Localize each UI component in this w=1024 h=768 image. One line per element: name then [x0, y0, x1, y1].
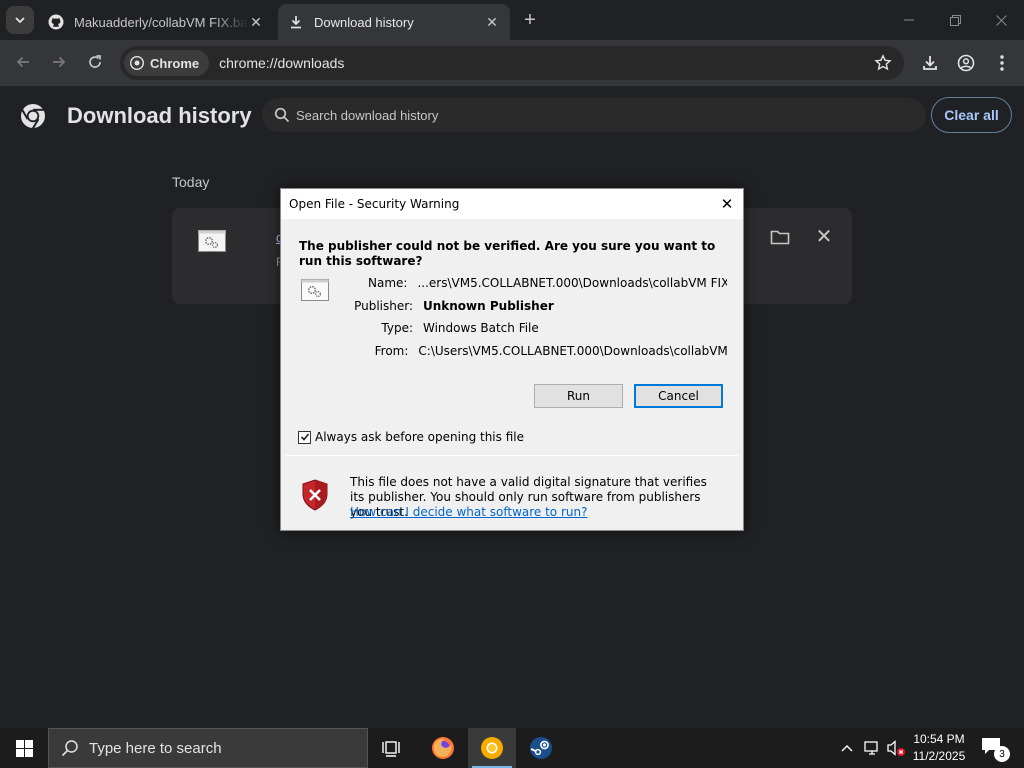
minimize-button[interactable]: [886, 0, 932, 40]
url-text: chrome://downloads: [219, 55, 345, 71]
chrome-logo-icon: [130, 56, 144, 70]
windows-taskbar: Type here to search 10:54 PM 11/2/2025 3: [0, 728, 1024, 768]
start-button[interactable]: [0, 728, 48, 768]
back-button[interactable]: [8, 47, 38, 77]
downloads-button[interactable]: [915, 48, 945, 78]
address-bar[interactable]: Chrome chrome://downloads: [120, 46, 904, 80]
tab-search-button[interactable]: [6, 6, 34, 34]
page-title: Download history: [67, 103, 252, 128]
windows-logo-icon: [15, 739, 33, 757]
github-icon: [48, 14, 64, 30]
download-icon: [923, 56, 937, 70]
firefox-taskbar-button[interactable]: [419, 728, 467, 768]
forward-button[interactable]: [44, 47, 74, 77]
tab-strip: Makuadderly/collabVM FIX.bat ✕ Download …: [0, 0, 1024, 40]
network-icon[interactable]: [862, 738, 882, 758]
shield-warning-icon: [302, 479, 328, 511]
field-from-row: From: C:\Users\VM5.COLLABNET.000\Downloa…: [341, 344, 727, 360]
dialog-titlebar: Open File - Security Warning ✕: [281, 189, 743, 219]
arrow-right-icon: [53, 56, 66, 68]
dialog-question: The publisher could not be verified. Are…: [299, 239, 716, 268]
help-link[interactable]: How can I decide what software to run?: [350, 505, 587, 519]
system-clock[interactable]: 10:54 PM 11/2/2025: [908, 731, 970, 765]
profile-button[interactable]: [951, 48, 981, 78]
batch-file-icon: [301, 279, 329, 301]
always-ask-checkbox-row[interactable]: Always ask before opening this file: [298, 430, 524, 444]
action-center-button[interactable]: 3: [980, 736, 1010, 762]
clock-date: 11/2/2025: [912, 749, 966, 763]
steam-icon: [530, 737, 552, 759]
window-close-button[interactable]: [978, 0, 1024, 40]
reload-icon: [89, 55, 101, 68]
task-view-button[interactable]: [368, 728, 416, 768]
close-icon: [995, 14, 1007, 26]
arrow-left-icon: [16, 56, 29, 68]
field-value: Windows Batch File: [423, 321, 539, 335]
checkbox-label: Always ask before opening this file: [315, 430, 524, 444]
more-vertical-icon: [1000, 55, 1004, 71]
account-circle-icon: [957, 54, 975, 72]
field-label: Name:: [368, 276, 408, 290]
steam-taskbar-button[interactable]: [517, 728, 565, 768]
minimize-icon: [904, 19, 914, 21]
batch-file-icon: [198, 230, 226, 252]
tab-title: Makuadderly/collabVM FIX.bat: [74, 14, 248, 30]
dialog-separator: [285, 455, 739, 456]
field-label: From:: [374, 344, 409, 358]
new-tab-button[interactable]: +: [518, 8, 542, 32]
chrome-canary-icon: [481, 737, 503, 759]
clock-time: 10:54 PM: [913, 732, 965, 746]
field-name-row: Name: ...ers\VM5.COLLABNET.000\Downloads…: [341, 276, 727, 292]
date-heading: Today: [172, 174, 210, 190]
volume-muted-icon[interactable]: [886, 738, 906, 758]
cancel-button[interactable]: Cancel: [634, 384, 723, 408]
close-icon[interactable]: ✕: [248, 14, 264, 30]
folder-icon[interactable]: [770, 228, 790, 246]
run-button[interactable]: Run: [534, 384, 623, 408]
downloads-header: Download history Search download history…: [0, 86, 1024, 144]
field-label: Publisher:: [354, 299, 413, 313]
close-icon[interactable]: ✕: [484, 14, 500, 30]
field-type-row: Type: Windows Batch File: [341, 321, 727, 337]
firefox-icon: [432, 737, 454, 759]
security-warning-dialog: Open File - Security Warning ✕ The publi…: [280, 188, 744, 531]
taskbar-search-placeholder: Type here to search: [89, 739, 222, 757]
clear-all-button[interactable]: Clear all: [931, 97, 1012, 133]
search-icon: [61, 740, 78, 757]
tab-github[interactable]: Makuadderly/collabVM FIX.bat ✕: [38, 4, 274, 40]
always-ask-checkbox[interactable]: [298, 430, 311, 444]
browser-toolbar: Chrome chrome://downloads: [0, 40, 1024, 86]
chip-label: Chrome: [150, 55, 200, 71]
field-value: Unknown Publisher: [423, 299, 554, 313]
field-publisher-row: Publisher: Unknown Publisher: [341, 299, 727, 315]
download-icon: [288, 14, 304, 30]
dialog-close-button[interactable]: ✕: [717, 194, 737, 214]
restore-icon: [949, 14, 961, 26]
search-downloads-input[interactable]: Search download history: [262, 98, 926, 132]
dialog-title: Open File - Security Warning: [289, 197, 460, 211]
notification-badge: 3: [994, 746, 1010, 762]
search-icon: [274, 107, 290, 123]
taskbar-search-box[interactable]: Type here to search: [48, 728, 368, 768]
tab-title: Download history: [314, 14, 414, 30]
restore-button[interactable]: [932, 0, 978, 40]
remove-download-button[interactable]: ✕: [814, 226, 834, 248]
chevron-down-icon: [15, 17, 25, 24]
bookmark-star-icon[interactable]: [874, 54, 892, 72]
field-value: C:\Users\VM5.COLLABNET.000\Downloads\col…: [418, 344, 727, 358]
checkmark-icon: [300, 433, 309, 441]
reload-button[interactable]: [80, 47, 110, 77]
chevron-up-icon[interactable]: [837, 738, 857, 758]
chrome-logo-icon: [21, 104, 45, 129]
chrome-taskbar-button[interactable]: [468, 728, 516, 768]
tab-download-history[interactable]: Download history ✕: [278, 4, 510, 40]
field-value: ...ers\VM5.COLLABNET.000\Downloads\colla…: [417, 276, 727, 290]
site-info-chip[interactable]: Chrome: [124, 50, 210, 76]
task-view-icon: [382, 741, 400, 757]
search-placeholder: Search download history: [296, 107, 439, 123]
field-label: Type:: [381, 321, 413, 335]
menu-button[interactable]: [987, 48, 1017, 78]
